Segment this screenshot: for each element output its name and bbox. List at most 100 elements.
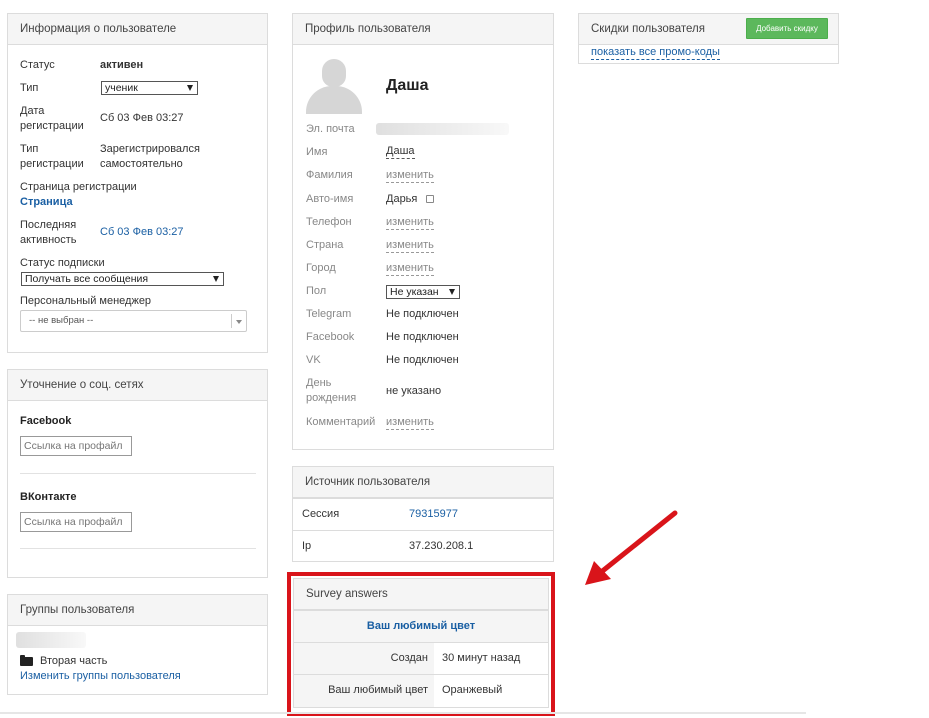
country-label: Страна bbox=[306, 239, 344, 251]
reg-type-label-2: регистрации bbox=[20, 158, 84, 170]
reg-page-label: Страница регистрации bbox=[20, 181, 137, 193]
source-title: Источник пользователя bbox=[293, 467, 553, 498]
type-select[interactable]: ученик bbox=[101, 81, 198, 95]
groups-title: Группы пользователя bbox=[8, 595, 267, 626]
last-activity-label-2: активность bbox=[20, 234, 77, 246]
last-name-edit-link[interactable]: изменить bbox=[386, 169, 434, 183]
survey-question-row: Ваш любимый цвет bbox=[294, 610, 548, 642]
subscription-select-value: Получать все сообщения bbox=[25, 273, 149, 285]
discounts-panel: Скидки пользователя Добавить скидку пока… bbox=[578, 13, 839, 64]
folder-open-icon bbox=[20, 655, 33, 666]
status-label: Статус bbox=[20, 59, 55, 71]
social-title: Уточнение о соц. сетях bbox=[8, 370, 267, 401]
vk-value: Не подключен bbox=[386, 354, 459, 366]
type-label: Тип bbox=[20, 82, 39, 94]
ip-value: 37.230.208.1 bbox=[409, 540, 474, 552]
table-row: Сессия 79315977 bbox=[293, 498, 553, 529]
comment-edit-link[interactable]: изменить bbox=[386, 416, 434, 430]
auto-name-label: Авто-имя bbox=[306, 193, 354, 205]
comment-label: Комментарий bbox=[306, 416, 376, 428]
birthday-label-2: рождения bbox=[306, 392, 357, 404]
country-edit-link[interactable]: изменить bbox=[386, 239, 434, 253]
reg-date-label-1: Дата bbox=[20, 105, 45, 117]
divider bbox=[20, 473, 256, 474]
chevron-down-icon bbox=[449, 289, 455, 295]
facebook-label: Facebook bbox=[306, 331, 355, 343]
redacted-email bbox=[376, 123, 509, 135]
survey-question[interactable]: Ваш любимый цвет bbox=[294, 619, 548, 634]
social-vk-label: ВКонтакте bbox=[20, 491, 77, 503]
city-edit-link[interactable]: изменить bbox=[386, 262, 434, 276]
birthday-value: не указано bbox=[386, 385, 442, 397]
social-facebook-label: Facebook bbox=[20, 415, 72, 427]
reg-date-label-2: регистрации bbox=[20, 120, 84, 132]
reg-type-value-2: самостоятельно bbox=[100, 158, 183, 170]
birthday-label-1: День bbox=[306, 377, 332, 389]
source-panel: Источник пользователя Сессия 79315977 Ip… bbox=[292, 466, 554, 562]
reg-page-link[interactable]: Страница bbox=[20, 195, 73, 210]
vk-profile-input[interactable] bbox=[20, 512, 132, 532]
add-discount-button[interactable]: Добавить скидку bbox=[746, 18, 828, 39]
gender-label: Пол bbox=[306, 285, 327, 297]
chevron-down-icon bbox=[187, 85, 193, 91]
manager-select[interactable]: -- не выбран -- bbox=[20, 310, 247, 332]
created-value: 30 минут назад bbox=[442, 652, 521, 664]
phone-label: Телефон bbox=[306, 216, 352, 228]
group-item: Вторая часть bbox=[40, 655, 108, 667]
status-value: активен bbox=[100, 59, 144, 71]
chevron-down-icon bbox=[236, 320, 242, 324]
footer-divider bbox=[0, 712, 806, 714]
facebook-profile-input[interactable] bbox=[20, 436, 132, 456]
redacted-text bbox=[16, 632, 86, 648]
first-name-value[interactable]: Даша bbox=[386, 145, 415, 159]
last-activity-value[interactable]: Сб 03 Фев 03:27 bbox=[100, 225, 184, 240]
auto-name-checkbox[interactable] bbox=[426, 195, 434, 203]
answer-label: Ваш любимый цвет bbox=[294, 675, 434, 707]
select-divider bbox=[231, 314, 232, 328]
last-activity-label-1: Последняя bbox=[20, 219, 77, 231]
reg-type-value-1: Зарегистрировался bbox=[100, 143, 200, 155]
survey-panel: Survey answers Ваш любимый цвет Создан 3… bbox=[293, 578, 549, 708]
gender-select[interactable]: Не указан bbox=[386, 285, 460, 299]
reg-date-value: Сб 03 Фев 03:27 bbox=[100, 112, 184, 124]
profile-panel: Профиль пользователя Даша Эл. почта Имя … bbox=[292, 13, 554, 450]
gender-select-value: Не указан bbox=[390, 286, 439, 298]
avatar bbox=[305, 58, 363, 114]
manager-label: Персональный менеджер bbox=[20, 295, 152, 307]
manager-select-value: -- не выбран -- bbox=[29, 315, 94, 326]
arrow-annotation-icon bbox=[585, 510, 678, 585]
facebook-value: Не подключен bbox=[386, 331, 459, 343]
user-info-panel: Информация о пользователе Статус активен… bbox=[7, 13, 268, 353]
chevron-down-icon bbox=[213, 276, 219, 282]
auto-name-value: Дарья bbox=[386, 193, 418, 205]
ip-label: Ip bbox=[302, 540, 312, 552]
city-label: Город bbox=[306, 262, 336, 274]
survey-title: Survey answers bbox=[294, 579, 548, 610]
user-info-title: Информация о пользователе bbox=[8, 14, 267, 45]
groups-panel: Группы пользователя Вторая часть Изменит… bbox=[7, 594, 268, 695]
telegram-value: Не подключен bbox=[386, 308, 459, 320]
last-name-label: Фамилия bbox=[306, 169, 353, 181]
profile-title: Профиль пользователя bbox=[293, 14, 553, 45]
phone-edit-link[interactable]: изменить bbox=[386, 216, 434, 230]
telegram-label: Telegram bbox=[306, 308, 352, 320]
subscription-label: Статус подписки bbox=[20, 257, 105, 269]
table-row: Ip 37.230.208.1 bbox=[293, 530, 553, 562]
vk-label: VK bbox=[306, 354, 321, 366]
change-groups-link[interactable]: Изменить группы пользователя bbox=[20, 669, 181, 684]
table-row: Создан 30 минут назад bbox=[294, 642, 548, 674]
type-select-value: ученик bbox=[105, 82, 138, 94]
divider bbox=[20, 548, 256, 549]
reg-type-label-1: Тип bbox=[20, 143, 39, 155]
first-name-label: Имя bbox=[306, 146, 328, 158]
email-label: Эл. почта bbox=[306, 123, 355, 135]
session-label: Сессия bbox=[302, 508, 340, 520]
show-promos-link[interactable]: показать все промо-коды bbox=[591, 46, 720, 60]
session-link[interactable]: 79315977 bbox=[409, 507, 458, 522]
answer-value: Оранжевый bbox=[442, 684, 503, 696]
created-label: Создан bbox=[294, 643, 434, 674]
social-panel: Уточнение о соц. сетях Facebook ВКонтакт… bbox=[7, 369, 268, 578]
subscription-select[interactable]: Получать все сообщения bbox=[21, 272, 224, 286]
profile-name: Даша bbox=[386, 77, 429, 94]
table-row: Ваш любимый цвет Оранжевый bbox=[294, 674, 548, 707]
